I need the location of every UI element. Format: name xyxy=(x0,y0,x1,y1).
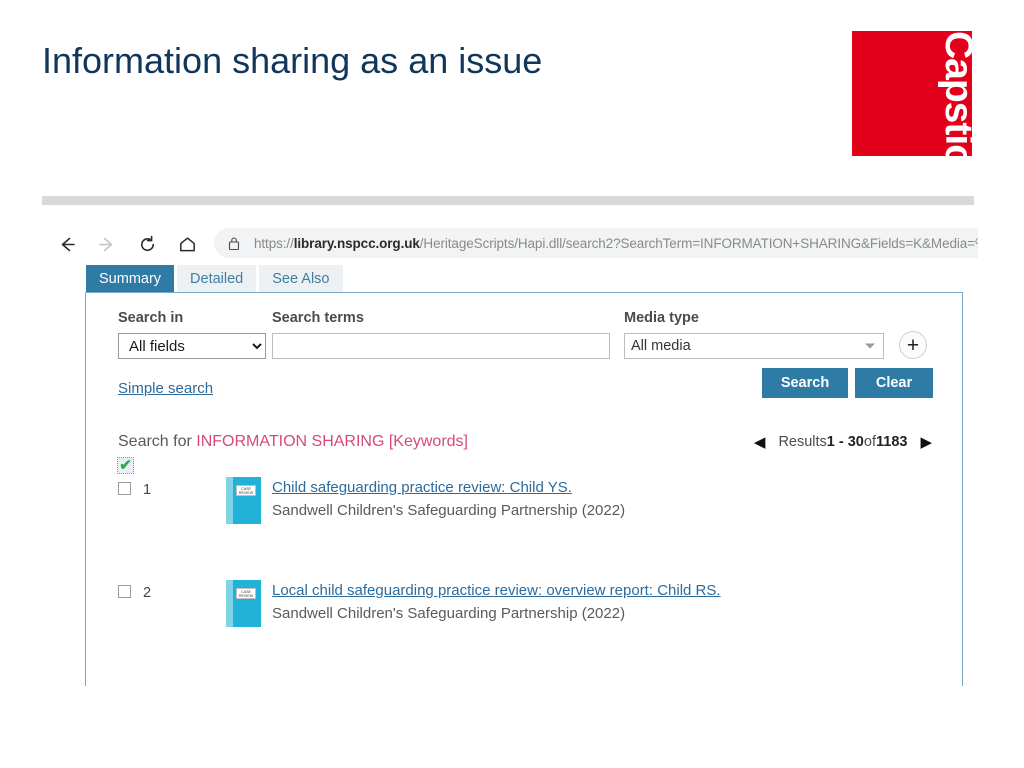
result-checkbox[interactable] xyxy=(118,585,131,598)
tab-detailed[interactable]: Detailed xyxy=(177,265,257,292)
results-label: Results xyxy=(778,434,827,450)
simple-search-link[interactable]: Simple search xyxy=(118,380,213,397)
address-bar-url: https://library.nspcc.org.uk/HeritageScr… xyxy=(254,235,978,251)
search-terms-input[interactable] xyxy=(272,333,610,359)
page-tabstrip: Summary Detailed See Also xyxy=(86,265,346,292)
tab-see-also[interactable]: See Also xyxy=(259,265,343,292)
slide: Information sharing as an issue Capstick… xyxy=(0,0,1024,768)
page-title: Information sharing as an issue xyxy=(42,40,543,81)
search-in-select[interactable]: All fields xyxy=(118,333,266,359)
next-page-icon[interactable]: ▶ xyxy=(920,433,932,451)
results-range: 1 - 30 xyxy=(826,434,864,450)
home-icon[interactable] xyxy=(174,231,200,257)
reload-icon[interactable] xyxy=(134,231,160,257)
result-checkbox[interactable] xyxy=(118,482,131,495)
search-for-term: INFORMATION SHARING [Keywords] xyxy=(196,433,468,450)
search-for-prefix: Search for xyxy=(118,433,197,450)
result-title-link[interactable]: Local child safeguarding practice review… xyxy=(272,582,721,599)
lock-icon xyxy=(228,236,240,251)
media-type-value: All media xyxy=(631,338,691,354)
result-title-link[interactable]: Child safeguarding practice review: Chil… xyxy=(272,479,572,496)
book-spine xyxy=(226,477,233,524)
capsticks-logo-text: Capsticks xyxy=(937,31,972,156)
results-total: 1183 xyxy=(875,434,908,450)
chevron-down-icon xyxy=(865,343,875,349)
search-in-label: Search in xyxy=(118,310,184,326)
address-bar[interactable]: https://library.nspcc.org.uk/HeritageScr… xyxy=(214,228,978,258)
results-of: of xyxy=(863,434,876,450)
book-spine xyxy=(226,580,233,627)
book-report-icon: CASE REVIEW xyxy=(226,580,261,627)
divider xyxy=(42,196,974,205)
search-panel: Search in All fields Search terms Media … xyxy=(85,292,963,686)
capsticks-logo: Capsticks xyxy=(852,31,972,156)
result-item: 1 CASE REVIEW Child safeguarding practic… xyxy=(86,476,962,580)
search-button[interactable]: Search xyxy=(762,368,848,398)
result-number: 2 xyxy=(143,585,152,601)
search-for-line: Search for INFORMATION SHARING [Keywords… xyxy=(118,433,468,451)
book-label: CASE REVIEW xyxy=(236,588,256,599)
select-all-checkbox[interactable]: ✔ xyxy=(117,457,134,474)
back-arrow-icon[interactable] xyxy=(54,231,80,257)
prev-page-icon[interactable]: ◀ xyxy=(754,433,766,451)
browser-screenshot: https://library.nspcc.org.uk/HeritageScr… xyxy=(46,222,978,686)
add-criteria-button[interactable]: + xyxy=(899,331,927,359)
result-number: 1 xyxy=(143,482,152,498)
result-subtitle: Sandwell Children's Safeguarding Partner… xyxy=(272,502,626,519)
check-icon: ✔ xyxy=(119,457,132,474)
result-subtitle: Sandwell Children's Safeguarding Partner… xyxy=(272,605,626,622)
search-terms-label: Search terms xyxy=(272,310,364,326)
book-report-icon: CASE REVIEW xyxy=(226,477,261,524)
media-type-select[interactable]: All media xyxy=(624,333,884,359)
results-pager: ◀ Results 1 - 30 of 1183 ▶ xyxy=(754,433,932,451)
browser-chrome: https://library.nspcc.org.uk/HeritageScr… xyxy=(46,222,978,265)
forward-arrow-icon[interactable] xyxy=(93,231,119,257)
tab-summary[interactable]: Summary xyxy=(86,265,175,292)
clear-button[interactable]: Clear xyxy=(855,368,933,398)
media-type-label: Media type xyxy=(624,310,699,326)
book-label: CASE REVIEW xyxy=(236,485,256,496)
result-item: 2 CASE REVIEW Local child safeguarding p… xyxy=(86,579,962,683)
